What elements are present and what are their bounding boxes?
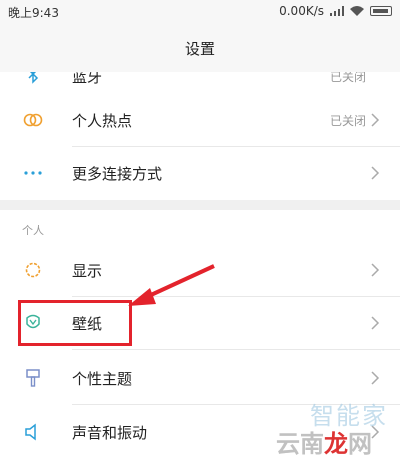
watermark-line2-prefix: 云南	[276, 430, 324, 458]
list-item-hotspot[interactable]: 个人热点 已关闭	[0, 94, 400, 146]
section-header: 个人	[22, 224, 44, 237]
connection-section: 蓝牙 已关闭 个人热点 已关闭 更多连接方式	[0, 72, 400, 200]
bluetooth-label: 蓝牙	[72, 72, 103, 86]
bluetooth-status: 已关闭	[329, 72, 366, 84]
hotspot-label: 个人热点	[72, 111, 133, 130]
watermark: 智能家 云南龙网	[271, 396, 396, 462]
speaker-icon	[22, 421, 44, 443]
sound-label: 声音和振动	[72, 423, 148, 442]
wifi-icon	[350, 6, 364, 16]
watermark-line2-highlight: 龙	[324, 430, 348, 458]
display-sun-icon	[22, 259, 44, 281]
watermark-line2: 云南龙网	[276, 424, 372, 459]
status-bar: 晚上9:43 0.00K/s	[0, 0, 400, 24]
highlight-box	[18, 300, 132, 346]
list-item-more-connections[interactable]: 更多连接方式	[0, 147, 400, 199]
more-connections-label: 更多连接方式	[72, 164, 163, 183]
status-indicators: 0.00K/s	[279, 4, 392, 18]
bluetooth-icon	[22, 72, 44, 86]
themes-label: 个性主题	[72, 369, 133, 388]
list-item-bluetooth-partial[interactable]: 蓝牙 已关闭	[0, 72, 400, 90]
watermark-line2-suffix: 网	[348, 430, 372, 458]
divider	[72, 349, 400, 350]
battery-icon	[370, 6, 392, 16]
display-label: 显示	[72, 261, 103, 280]
chevron-right-icon	[371, 371, 380, 385]
section-gap	[0, 200, 400, 210]
theme-brush-icon	[22, 367, 44, 389]
signal-icon	[330, 6, 344, 16]
list-item-display[interactable]: 显示	[0, 244, 400, 296]
chevron-right-icon	[371, 263, 380, 277]
page-title: 设置	[0, 24, 400, 72]
page-title-text: 设置	[184, 39, 215, 58]
chevron-right-icon	[371, 113, 380, 127]
network-speed: 0.00K/s	[279, 4, 324, 18]
more-dots-icon	[22, 162, 44, 184]
hotspot-icon	[22, 109, 44, 131]
chevron-right-icon	[371, 316, 380, 330]
hotspot-status: 已关闭	[329, 113, 366, 128]
status-time: 晚上9:43	[8, 6, 59, 20]
chevron-right-icon	[371, 166, 380, 180]
